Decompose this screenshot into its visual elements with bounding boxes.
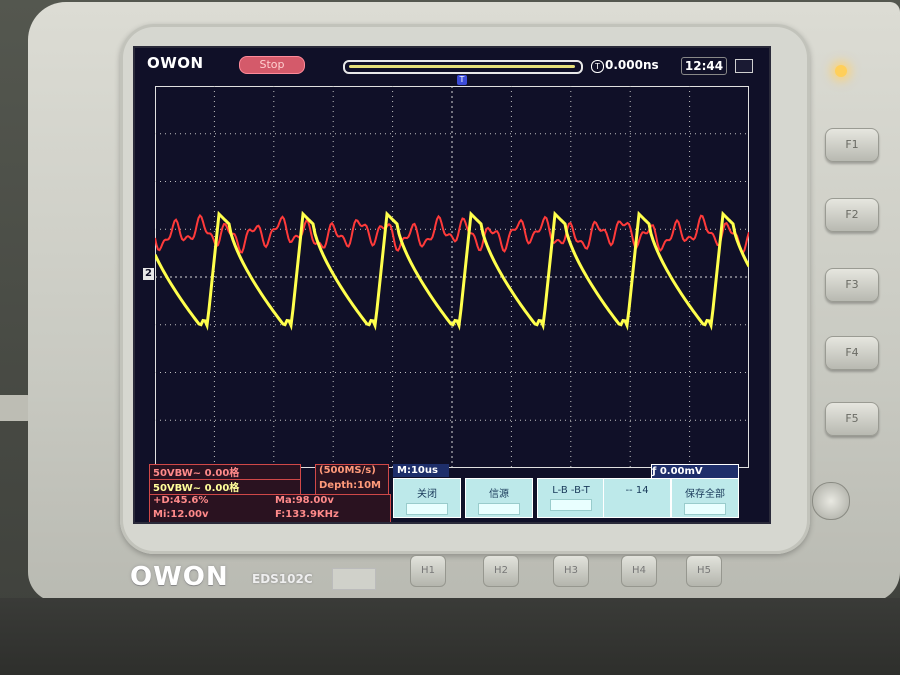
h5-button[interactable]: H5 <box>686 555 722 587</box>
f4-button[interactable]: F4 <box>825 336 879 370</box>
f3-button[interactable]: F3 <box>825 268 879 302</box>
ch2-readout: 50VBW~ 0.00格 <box>153 483 240 494</box>
soft-button-2[interactable]: 信源 <box>465 478 533 518</box>
timebase-readout: M:10us <box>393 464 449 477</box>
status-bar: OWON Stop T 0.000ns 12:44 <box>135 48 769 78</box>
soft-button-5[interactable]: 保存全部 <box>671 478 739 518</box>
min-readout: Mi:12.00v <box>153 509 209 520</box>
soft-button-3[interactable]: L-B -B-T <box>537 478 605 518</box>
run-status-badge: Stop <box>239 56 305 74</box>
time-position: 0.000ns <box>605 58 659 72</box>
screen-brand: OWON <box>147 54 204 72</box>
h4-button[interactable]: H4 <box>621 555 657 587</box>
time-icon: T <box>591 60 604 73</box>
trigger-position-icon: T <box>457 75 467 85</box>
memory-bar <box>343 60 583 74</box>
table-edge <box>0 598 900 675</box>
clock: 12:44 <box>681 57 727 75</box>
model-badge <box>332 568 376 590</box>
ch1-readout: 50VBW~ 0.00格 <box>153 468 240 479</box>
ch2-offset-marker: 2 <box>143 268 154 280</box>
f5-button[interactable]: F5 <box>825 402 879 436</box>
f1-button[interactable]: F1 <box>825 128 879 162</box>
oscilloscope-screen: OWON Stop T 0.000ns 12:44 T 2 50VBW~ 0.0… <box>133 46 771 524</box>
h2-button[interactable]: H2 <box>483 555 519 587</box>
multipurpose-knob[interactable] <box>812 482 850 520</box>
trigger-readout: ƒ 0.00mV <box>651 464 739 479</box>
power-led-icon <box>835 65 847 77</box>
device-model: EDS102C <box>252 572 313 586</box>
sample-rate: (500MS/s) <box>319 465 376 476</box>
depth: Depth:10M <box>319 480 382 491</box>
h1-button[interactable]: H1 <box>410 555 446 587</box>
device-logo: OWON <box>130 562 229 592</box>
usb-icon <box>735 59 753 73</box>
h3-button[interactable]: H3 <box>553 555 589 587</box>
f2-button[interactable]: F2 <box>825 198 879 232</box>
max-readout: Ma:98.00v <box>275 495 334 506</box>
soft-button-1[interactable]: 关闭 <box>393 478 461 518</box>
waveform-grid <box>155 86 749 468</box>
freq-readout: F:133.9KHz <box>275 509 339 520</box>
duty-readout: +D:45.6% <box>153 495 209 506</box>
measurement-panel: 50VBW~ 0.00格 50VBW~ 0.00格 (500MS/s) Dept… <box>135 464 769 522</box>
soft-button-4[interactable]: -- 14 <box>603 478 671 518</box>
